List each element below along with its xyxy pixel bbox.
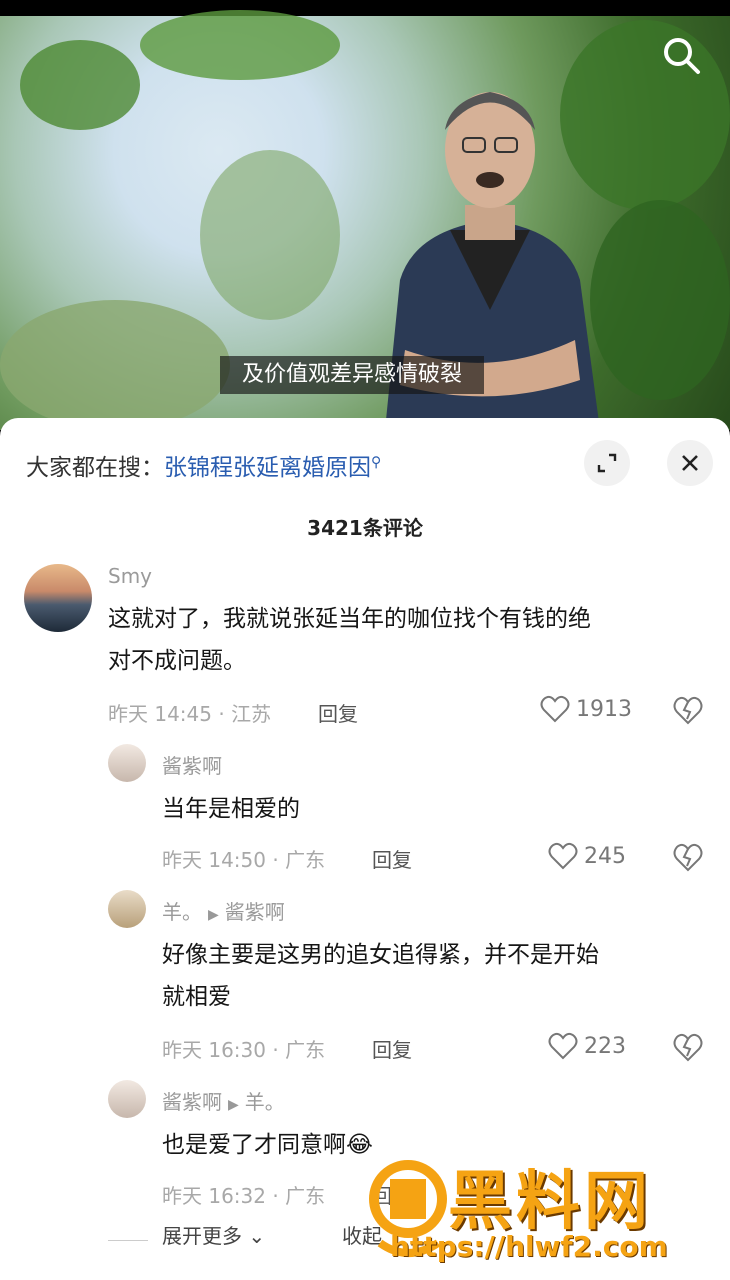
comment-text-line: 这就对了，我就说张延当年的咖位找个有钱的绝 <box>108 606 591 632</box>
reply-button[interactable]: 回复 <box>372 844 412 873</box>
watermark-brand: 黑料网 <box>448 1165 652 1239</box>
watermark-url: https://hlwf2.com <box>390 1230 668 1263</box>
reply-button[interactable]: 回复 <box>318 698 358 727</box>
foliage <box>200 150 340 320</box>
reply-text: 当年是相爱的 <box>162 796 300 822</box>
comment-text-line: 对不成问题。 <box>108 648 246 674</box>
hot-search-keyword[interactable]: 张锦程张延离婚原因 <box>164 455 371 481</box>
avatar[interactable] <box>108 744 146 782</box>
like-count: 245 <box>584 843 626 869</box>
avatar[interactable] <box>24 564 92 632</box>
divider <box>108 1240 148 1241</box>
comment-username[interactable]: Smy <box>108 564 152 588</box>
dislike-icon[interactable] <box>672 1032 704 1062</box>
reply-text: 好像主要是这男的追女追得紧，并不是开始 就相爱 <box>162 934 702 1018</box>
heart-icon <box>548 1032 578 1060</box>
foliage <box>20 40 140 130</box>
expand-button[interactable] <box>584 440 630 486</box>
reply-meta: 昨天 14:50 · 广东 <box>162 848 326 872</box>
dislike-icon[interactable] <box>672 695 704 725</box>
reply-arrow-icon: ▶ <box>228 1097 239 1113</box>
dislike-icon[interactable] <box>672 842 704 872</box>
heart-icon <box>540 695 570 723</box>
video-subtitle: 及价值观差异感情破裂 <box>220 356 485 394</box>
close-button[interactable] <box>667 440 713 486</box>
reply-text-line: 好像主要是这男的追女追得紧，并不是开始 <box>162 942 599 968</box>
status-strip <box>0 0 730 16</box>
reply-username[interactable]: 酱紫啊 <box>162 750 222 779</box>
reply-text-body: 也是爱了才同意啊 <box>162 1132 346 1158</box>
reply-username: 羊。 ▶ 酱紫啊 <box>162 896 285 925</box>
reply-text-line: 就相爱 <box>162 984 231 1010</box>
like-count: 223 <box>584 1033 626 1059</box>
reply-button[interactable]: 回复 <box>372 1034 412 1063</box>
expand-more-label: 展开更多 <box>162 1224 242 1248</box>
reply-to-username[interactable]: 酱紫啊 <box>225 900 285 924</box>
expand-icon <box>597 453 617 473</box>
reply-username-text[interactable]: 羊。 <box>162 900 202 924</box>
like-count: 1913 <box>576 696 632 722</box>
comment-text: 这就对了，我就说张延当年的咖位找个有钱的绝 对不成问题。 <box>108 598 708 682</box>
reply-arrow-icon: ▶ <box>208 907 219 923</box>
comment-meta: 昨天 14:45 · 江苏 <box>108 702 272 726</box>
reply-text: 也是爱了才同意啊😂 <box>162 1124 373 1166</box>
like-button[interactable]: 223 <box>548 1032 626 1060</box>
hot-search-prefix: 大家都在搜： <box>26 455 164 481</box>
reply-to-username[interactable]: 羊。 <box>245 1090 285 1114</box>
foliage <box>0 300 230 430</box>
chevron-down-icon: ⌄ <box>248 1224 266 1248</box>
like-button[interactable]: 1913 <box>540 695 632 723</box>
hot-search-bar[interactable]: 大家都在搜：张锦程张延离婚原因⚲ <box>26 448 381 482</box>
comment-count: 3421条评论 <box>307 516 423 540</box>
like-button[interactable]: 245 <box>548 842 626 870</box>
reply-username-text[interactable]: 酱紫啊 <box>162 1090 222 1114</box>
expand-more-button[interactable]: 展开更多 ⌄ <box>162 1220 265 1249</box>
close-icon <box>682 455 698 471</box>
reply-meta: 昨天 16:30 · 广东 <box>162 1038 326 1062</box>
avatar[interactable] <box>108 1080 146 1118</box>
search-small-icon: ⚲ <box>371 454 382 471</box>
foliage <box>140 10 340 80</box>
video-player[interactable]: 及价值观差异感情破裂 <box>0 0 730 430</box>
reply-username: 酱紫啊 ▶ 羊。 <box>162 1086 285 1115</box>
search-icon[interactable] <box>660 34 704 78</box>
reply-meta: 昨天 16:32 · 广东 <box>162 1184 326 1208</box>
avatar[interactable] <box>108 890 146 928</box>
heart-icon <box>548 842 578 870</box>
